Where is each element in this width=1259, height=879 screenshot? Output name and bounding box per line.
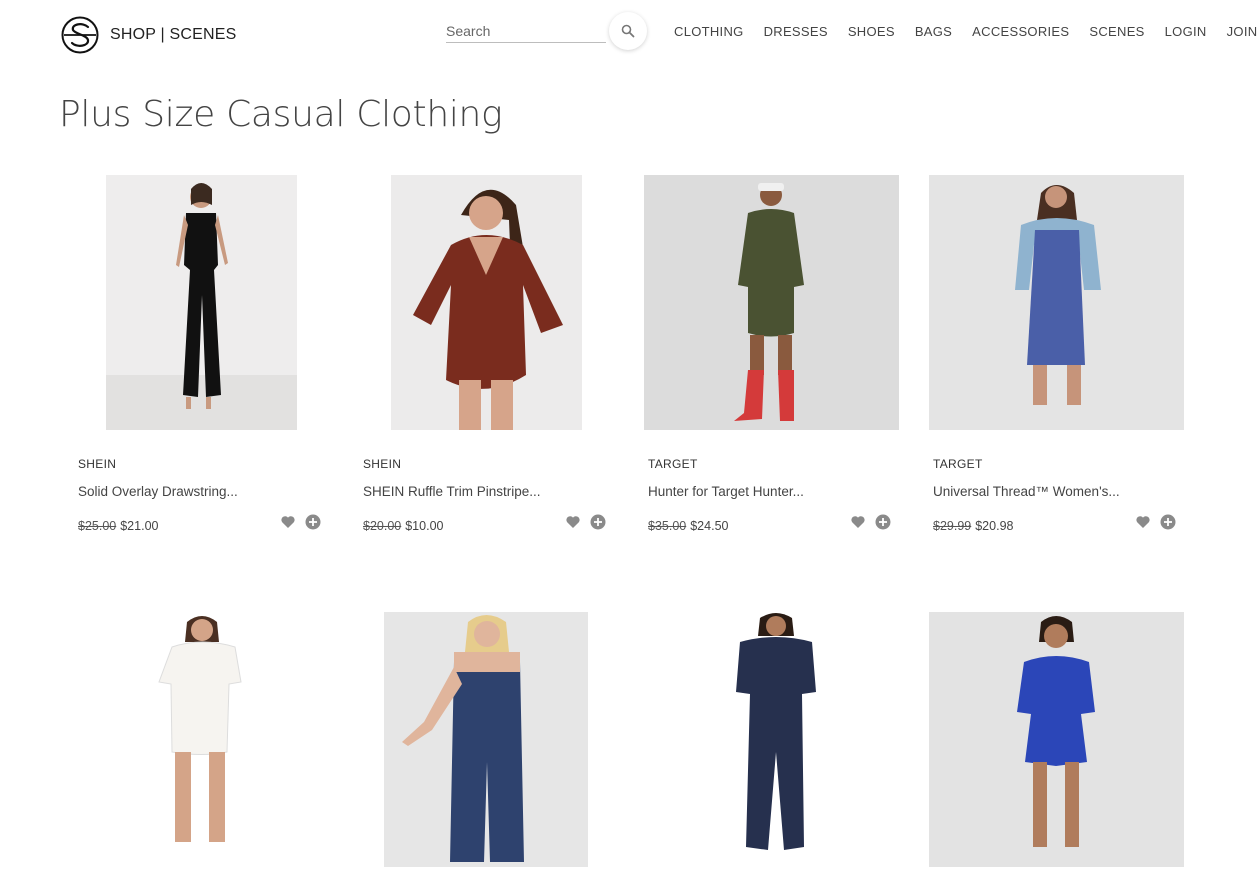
product-image[interactable]	[929, 612, 1184, 867]
product-actions	[280, 514, 321, 530]
product-image[interactable]	[384, 612, 588, 867]
nav-item-accessories[interactable]: ACCESSORIES	[972, 24, 1069, 39]
original-price: $35.00	[648, 519, 687, 533]
product-actions	[565, 514, 606, 530]
product-image[interactable]	[720, 612, 832, 867]
product-image[interactable]	[117, 612, 277, 867]
logo-text: SHOP | SCENES	[110, 26, 237, 43]
product-price: $20.00 $10.00	[363, 519, 443, 533]
heart-icon[interactable]	[280, 514, 296, 530]
product-image[interactable]	[106, 175, 297, 430]
product-image[interactable]	[929, 175, 1184, 430]
product-card[interactable]: TARGET Hunter for Target Hunter... $35.0…	[640, 175, 899, 535]
site-header: SHOP | SCENES CLOTHING DRESSES SHOES BAG…	[0, 0, 1259, 70]
original-price: $25.00	[78, 519, 117, 533]
sale-price: $21.00	[120, 519, 159, 533]
product-card[interactable]: SHEIN Solid Overlay Drawstring... $25.00…	[70, 175, 325, 535]
nav-item-clothing[interactable]: CLOTHING	[674, 24, 744, 39]
product-brand: TARGET	[933, 457, 983, 471]
add-circle-icon[interactable]	[875, 514, 891, 530]
product-price: $25.00 $21.00	[78, 519, 158, 533]
main-nav: CLOTHING DRESSES SHOES BAGS ACCESSORIES …	[674, 24, 1257, 39]
product-brand: TARGET	[648, 457, 698, 471]
sale-price: $10.00	[405, 519, 444, 533]
product-image[interactable]	[644, 175, 899, 430]
nav-item-bags[interactable]: BAGS	[915, 24, 952, 39]
original-price: $20.00	[363, 519, 402, 533]
add-circle-icon[interactable]	[305, 514, 321, 530]
nav-item-join[interactable]: JOIN	[1227, 24, 1258, 39]
nav-item-dresses[interactable]: DRESSES	[764, 24, 828, 39]
product-brand: SHEIN	[78, 457, 117, 471]
heart-icon[interactable]	[850, 514, 866, 530]
search-bar	[446, 12, 652, 50]
nav-item-shoes[interactable]: SHOES	[848, 24, 895, 39]
product-card[interactable]: SHEIN SHEIN Ruffle Trim Pinstripe... $20…	[355, 175, 610, 535]
product-price: $35.00 $24.50	[648, 519, 728, 533]
sale-price: $24.50	[690, 519, 729, 533]
logo-icon	[61, 16, 99, 54]
original-price: $29.99	[933, 519, 972, 533]
product-brand: SHEIN	[363, 457, 402, 471]
site-logo[interactable]: SHOP | SCENES	[61, 16, 237, 54]
product-image[interactable]	[391, 175, 582, 430]
nav-item-login[interactable]: LOGIN	[1165, 24, 1207, 39]
nav-item-scenes[interactable]: SCENES	[1089, 24, 1144, 39]
product-name[interactable]: Hunter for Target Hunter...	[648, 484, 804, 499]
product-price: $29.99 $20.98	[933, 519, 1013, 533]
page-title: Plus Size Casual Clothing	[59, 94, 503, 135]
heart-icon[interactable]	[1135, 514, 1151, 530]
product-name[interactable]: SHEIN Ruffle Trim Pinstripe...	[363, 484, 541, 499]
heart-icon[interactable]	[565, 514, 581, 530]
product-actions	[850, 514, 891, 530]
search-icon	[621, 24, 635, 38]
search-input[interactable]	[446, 19, 606, 43]
product-name[interactable]: Solid Overlay Drawstring...	[78, 484, 238, 499]
add-circle-icon[interactable]	[1160, 514, 1176, 530]
product-card[interactable]: TARGET Universal Thread™ Women's... $29.…	[925, 175, 1184, 535]
search-button[interactable]	[609, 12, 647, 50]
add-circle-icon[interactable]	[590, 514, 606, 530]
sale-price: $20.98	[975, 519, 1014, 533]
product-actions	[1135, 514, 1176, 530]
product-name[interactable]: Universal Thread™ Women's...	[933, 484, 1120, 499]
